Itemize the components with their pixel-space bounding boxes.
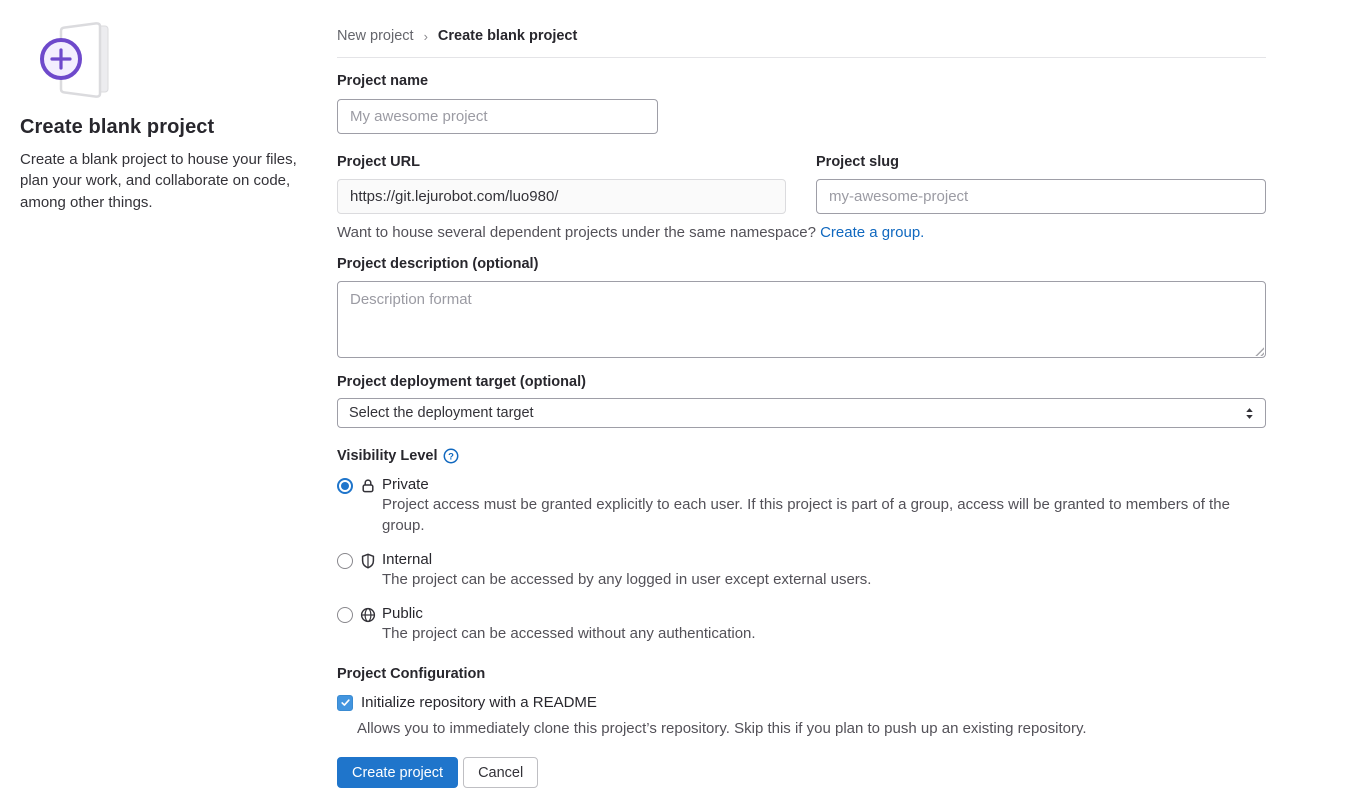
internal-radio[interactable] — [337, 553, 353, 569]
project-configuration-group: Project Configuration Initialize reposit… — [337, 666, 1266, 737]
visibility-option-private[interactable]: Private Project access must be granted e… — [337, 476, 1266, 536]
visibility-option-public[interactable]: Public The project can be accessed witho… — [337, 605, 1266, 644]
private-radio[interactable] — [337, 478, 353, 494]
form-actions: Create project Cancel — [337, 757, 1266, 788]
public-option-description: The project can be accessed without any … — [382, 623, 756, 644]
namespace-hint: Want to house several dependent projects… — [337, 224, 1266, 241]
deployment-target-selected-value: Select the deployment target — [349, 405, 534, 421]
project-description-textarea[interactable] — [337, 281, 1266, 358]
public-option-label: Public — [382, 605, 756, 622]
deployment-target-label: Project deployment target (optional) — [337, 374, 1266, 390]
sidebar: Create blank project Create a blank proj… — [20, 10, 320, 213]
breadcrumb-current: Create blank project — [438, 28, 577, 44]
deployment-target-select[interactable]: Select the deployment target — [337, 398, 1266, 428]
private-option-label: Private — [382, 476, 1266, 493]
shield-icon — [360, 553, 376, 569]
create-group-link[interactable]: Create a group. — [820, 224, 924, 241]
breadcrumb-new-project[interactable]: New project — [337, 28, 414, 44]
form-column: New project › Create blank project Proje… — [337, 0, 1266, 788]
project-slug-group: Project slug — [816, 154, 1266, 214]
svg-text:?: ? — [449, 451, 455, 462]
page-title: Create blank project — [20, 116, 320, 139]
project-url-label: Project URL — [337, 154, 786, 170]
project-slug-label: Project slug — [816, 154, 1266, 170]
internal-option-description: The project can be accessed by any logge… — [382, 569, 871, 590]
project-description-label: Project description (optional) — [337, 256, 1266, 272]
project-url-group: Project URL — [337, 154, 786, 214]
breadcrumb: New project › Create blank project — [337, 0, 1266, 58]
breadcrumb-separator-icon: › — [424, 29, 428, 44]
page-description: Create a blank project to house your fil… — [20, 149, 320, 213]
deployment-target-group: Project deployment target (optional) Sel… — [337, 374, 1266, 428]
project-name-group: Project name — [337, 73, 1266, 134]
readme-checkbox-label: Initialize repository with a README — [361, 694, 597, 711]
project-configuration-label: Project Configuration — [337, 666, 1266, 682]
project-name-label: Project name — [337, 73, 1266, 89]
select-up-down-icon — [1245, 407, 1254, 420]
visibility-level-group: Visibility Level ? Private Project acces… — [337, 448, 1266, 644]
project-slug-input[interactable] — [816, 179, 1266, 214]
project-description-group: Project description (optional) — [337, 256, 1266, 358]
namespace-hint-text: Want to house several dependent projects… — [337, 224, 816, 241]
globe-icon — [360, 607, 376, 623]
new-project-illustration-icon — [20, 10, 112, 100]
readme-help-text: Allows you to immediately clone this pro… — [357, 720, 1266, 737]
readme-checkbox-row[interactable]: Initialize repository with a README — [337, 694, 1266, 711]
create-project-button[interactable]: Create project — [337, 757, 458, 788]
create-blank-project-page: Create blank project Create a blank proj… — [0, 0, 1359, 789]
help-question-icon[interactable]: ? — [443, 448, 459, 464]
url-slug-row: Project URL Project slug — [337, 154, 1266, 214]
visibility-level-label: Visibility Level — [337, 448, 437, 464]
cancel-button[interactable]: Cancel — [463, 757, 538, 788]
public-radio[interactable] — [337, 607, 353, 623]
lock-icon — [360, 478, 376, 494]
internal-option-label: Internal — [382, 551, 871, 568]
project-name-input[interactable] — [337, 99, 658, 134]
visibility-option-internal[interactable]: Internal The project can be accessed by … — [337, 551, 1266, 590]
project-url-input[interactable] — [337, 179, 786, 214]
checkmark-icon — [340, 697, 351, 708]
private-option-description: Project access must be granted explicitl… — [382, 494, 1266, 536]
readme-checkbox[interactable] — [337, 695, 353, 711]
